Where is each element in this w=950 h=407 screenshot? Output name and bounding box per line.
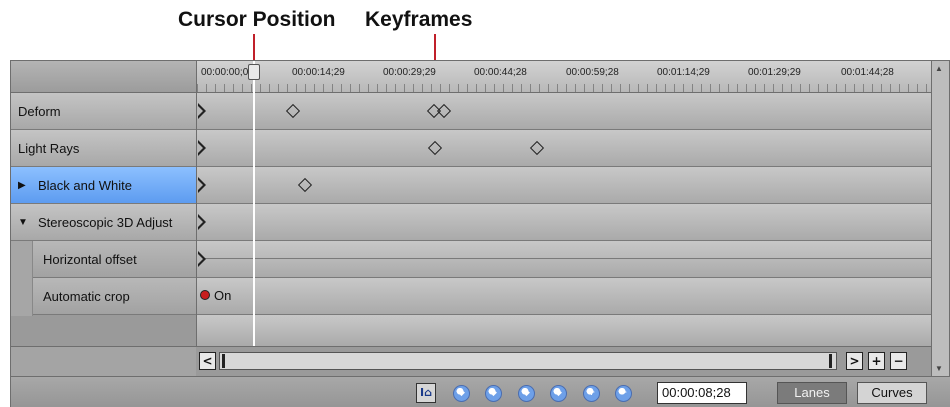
scroll-down-icon[interactable]: ▼: [935, 364, 943, 373]
next-keyframe-icon[interactable]: ◆: [518, 385, 535, 402]
bottom-toolbar: I⌂ ◆ ◆ ◆ ◆ + − 00:00:08;28 Lanes Curves: [11, 376, 950, 407]
keyframe-editor: Deform Light Rays ▶ Black and White ▼ St…: [10, 60, 950, 407]
zoom-out-button[interactable]: −: [890, 352, 907, 370]
add-keyframe-icon[interactable]: +: [583, 385, 600, 402]
track-list-footer: [11, 346, 196, 376]
last-keyframe-icon[interactable]: ◆: [550, 385, 567, 402]
horizontal-scrollbar[interactable]: < > + −: [196, 346, 931, 376]
scroll-thumb-right-edge[interactable]: [829, 354, 832, 368]
ruler-ticks: [197, 84, 932, 92]
subtrack-label: Horizontal offset: [43, 251, 137, 267]
keyframe-marker[interactable]: [529, 140, 545, 156]
scroll-left-button[interactable]: <: [199, 352, 216, 370]
lane-deform[interactable]: [197, 93, 932, 130]
track-light-rays[interactable]: Light Rays: [11, 130, 196, 167]
expand-arrow-icon[interactable]: ▶: [18, 180, 30, 191]
scroll-up-icon[interactable]: ▲: [935, 64, 943, 73]
lane-start-marker: [197, 103, 206, 119]
ruler-label: 00:00:14;29: [292, 67, 345, 78]
curves-view-button[interactable]: Curves: [857, 382, 927, 404]
vertical-scrollbar[interactable]: ▲ ▼: [931, 61, 949, 376]
ruler-label: 00:00:00;00: [201, 67, 254, 78]
track-label: Black and White: [38, 177, 132, 193]
track-label: Light Rays: [18, 140, 80, 156]
track-list: Deform Light Rays ▶ Black and White ▼ St…: [11, 61, 196, 346]
first-keyframe-icon[interactable]: ◆: [453, 385, 470, 402]
ruler-label: 00:01:44;28: [841, 67, 894, 78]
time-ruler[interactable]: 00:00:00;00 00:00:14;29 00:00:29;29 00:0…: [197, 61, 932, 93]
track-label: Stereoscopic 3D Adjust: [38, 214, 173, 230]
scroll-right-button[interactable]: >: [846, 352, 863, 370]
track-deform[interactable]: Deform: [11, 93, 196, 130]
zoom-in-button[interactable]: +: [868, 352, 885, 370]
ruler-label: 00:00:44;28: [474, 67, 527, 78]
subtrack-horizontal-offset[interactable]: Horizontal offset: [33, 241, 196, 278]
automatic-crop-value: On: [214, 288, 232, 303]
lanes-view-button[interactable]: Lanes: [777, 382, 847, 404]
cursor-position-line[interactable]: [253, 61, 255, 376]
keyframes-annotation: Keyframes: [365, 8, 473, 31]
cursor-time-field[interactable]: 00:00:08;28: [657, 382, 747, 404]
ruler-label: 00:00:59;28: [566, 67, 619, 78]
lane-horizontal-offset[interactable]: [197, 241, 932, 278]
ruler-label: 00:01:29;29: [748, 67, 801, 78]
keyframe-marker[interactable]: [436, 103, 452, 119]
toggle-on-indicator-icon[interactable]: [200, 290, 210, 300]
keyframe-marker[interactable]: [297, 177, 313, 193]
lane-light-rays[interactable]: [197, 130, 932, 167]
previous-keyframe-icon[interactable]: ◆: [485, 385, 502, 402]
lane-start-marker: [197, 140, 206, 156]
keyframe-marker[interactable]: [427, 140, 443, 156]
lane-black-and-white[interactable]: [197, 167, 932, 204]
timeline-area[interactable]: 00:00:00;00 00:00:14;29 00:00:29;29 00:0…: [196, 61, 932, 376]
delete-keyframe-icon[interactable]: −: [615, 385, 632, 402]
lane-value-line: [201, 258, 932, 259]
track-stereoscopic-3d-adjust[interactable]: ▼ Stereoscopic 3D Adjust: [11, 204, 196, 241]
lane-automatic-crop[interactable]: On: [197, 278, 932, 315]
ruler-label: 00:00:29;29: [383, 67, 436, 78]
lane-start-marker: [197, 251, 206, 267]
subtrack-automatic-crop[interactable]: Automatic crop: [33, 278, 196, 315]
track-black-and-white[interactable]: ▶ Black and White: [11, 167, 196, 204]
subtrack-label: Automatic crop: [43, 288, 130, 304]
cursor-handle[interactable]: [248, 64, 260, 80]
keyframe-marker[interactable]: [285, 103, 301, 119]
lane-start-marker: [197, 214, 206, 230]
ruler-label: 00:01:14;29: [657, 67, 710, 78]
track-list-header: [11, 61, 196, 93]
scroll-thumb-left-edge[interactable]: [222, 354, 225, 368]
lane-empty: [197, 315, 932, 346]
sync-cursor-icon[interactable]: I⌂: [416, 383, 436, 403]
subtrack-rail: [11, 241, 33, 316]
track-label: Deform: [18, 103, 61, 119]
cursor-position-annotation: Cursor Position: [178, 8, 336, 31]
lane-stereoscopic-3d-adjust[interactable]: [197, 204, 932, 241]
scroll-track[interactable]: [219, 352, 837, 370]
collapse-arrow-icon[interactable]: ▼: [18, 217, 30, 228]
lane-start-marker: [197, 177, 206, 193]
